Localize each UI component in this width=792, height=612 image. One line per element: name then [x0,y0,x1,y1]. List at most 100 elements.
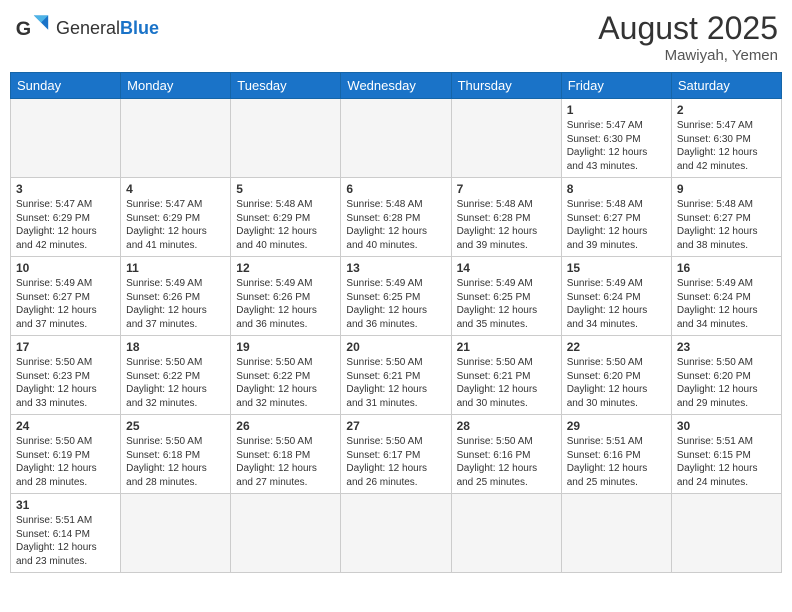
table-row: 17 Sunrise: 5:50 AM Sunset: 6:23 PM Dayli… [11,336,121,415]
table-row: 30 Sunrise: 5:51 AM Sunset: 6:15 PM Dayli… [671,415,781,494]
table-row: 15 Sunrise: 5:49 AM Sunset: 6:24 PM Dayli… [561,257,671,336]
calendar-header-row: Sunday Monday Tuesday Wednesday Thursday… [11,73,782,99]
table-row: 14 Sunrise: 5:49 AM Sunset: 6:25 PM Dayli… [451,257,561,336]
header-wednesday: Wednesday [341,73,451,99]
header-sunday: Sunday [11,73,121,99]
day-info: Sunrise: 5:50 AM Sunset: 6:20 PM Dayligh… [567,356,666,410]
day-info: Sunrise: 5:49 AM Sunset: 6:26 PM Dayligh… [236,277,335,331]
table-row: 13Sunrise: 5:49 AM Sunset: 6:25 PM Dayli… [341,257,451,336]
day-info: Sunrise: 5:49 AM Sunset: 6:25 PM Dayligh… [346,277,445,331]
header-tuesday: Tuesday [231,73,341,99]
day-number: 11 [126,261,225,275]
day-number: 12 [236,261,335,275]
day-info: Sunrise: 5:50 AM Sunset: 6:22 PM Dayligh… [126,356,225,410]
day-number: 3 [16,182,115,196]
day-info: Sunrise: 5:49 AM Sunset: 6:27 PM Dayligh… [16,277,115,331]
day-info: Sunrise: 5:48 AM Sunset: 6:28 PM Dayligh… [346,198,445,252]
day-info: Sunrise: 5:50 AM Sunset: 6:17 PM Dayligh… [346,435,445,489]
table-row [121,494,231,573]
day-info: Sunrise: 5:51 AM Sunset: 6:14 PM Dayligh… [16,514,115,568]
table-row: 31Sunrise: 5:51 AM Sunset: 6:14 PM Dayli… [11,494,121,573]
day-number: 16 [677,261,776,275]
day-info: Sunrise: 5:48 AM Sunset: 6:29 PM Dayligh… [236,198,335,252]
day-number: 17 [16,340,115,354]
day-info: Sunrise: 5:50 AM Sunset: 6:20 PM Dayligh… [677,356,776,410]
table-row [121,99,231,178]
header-friday: Friday [561,73,671,99]
table-row: 12 Sunrise: 5:49 AM Sunset: 6:26 PM Dayli… [231,257,341,336]
table-row [231,99,341,178]
day-info: Sunrise: 5:49 AM Sunset: 6:26 PM Dayligh… [126,277,225,331]
day-info: Sunrise: 5:50 AM Sunset: 6:16 PM Dayligh… [457,435,556,489]
day-number: 30 [677,419,776,433]
day-info: Sunrise: 5:50 AM Sunset: 6:19 PM Dayligh… [16,435,115,489]
table-row: 26 Sunrise: 5:50 AM Sunset: 6:18 PM Dayli… [231,415,341,494]
day-number: 25 [126,419,225,433]
logo-icon: G [14,10,50,46]
page-header: G GeneralBlue August 2025 Mawiyah, Yemen [10,10,782,64]
day-number: 20 [346,340,445,354]
day-number: 1 [567,103,666,117]
table-row [11,99,121,178]
table-row: 16 Sunrise: 5:49 AM Sunset: 6:24 PM Dayli… [671,257,781,336]
table-row: 11 Sunrise: 5:49 AM Sunset: 6:26 PM Dayli… [121,257,231,336]
day-info: Sunrise: 5:48 AM Sunset: 6:27 PM Dayligh… [567,198,666,252]
logo-text: GeneralBlue [56,18,159,39]
day-number: 14 [457,261,556,275]
table-row [231,494,341,573]
table-row: 18 Sunrise: 5:50 AM Sunset: 6:22 PM Dayli… [121,336,231,415]
table-row: 6 Sunrise: 5:48 AM Sunset: 6:28 PM Daylig… [341,178,451,257]
day-number: 19 [236,340,335,354]
day-info: Sunrise: 5:51 AM Sunset: 6:15 PM Dayligh… [677,435,776,489]
table-row: 25 Sunrise: 5:50 AM Sunset: 6:18 PM Dayli… [121,415,231,494]
table-row: 23Sunrise: 5:50 AM Sunset: 6:20 PM Dayli… [671,336,781,415]
day-info: Sunrise: 5:49 AM Sunset: 6:25 PM Dayligh… [457,277,556,331]
table-row: 29 Sunrise: 5:51 AM Sunset: 6:16 PM Dayli… [561,415,671,494]
table-row [451,99,561,178]
day-info: Sunrise: 5:47 AM Sunset: 6:30 PM Dayligh… [677,119,776,173]
day-number: 5 [236,182,335,196]
day-info: Sunrise: 5:50 AM Sunset: 6:21 PM Dayligh… [457,356,556,410]
day-info: Sunrise: 5:51 AM Sunset: 6:16 PM Dayligh… [567,435,666,489]
table-row: 3Sunrise: 5:47 AM Sunset: 6:29 PM Daylig… [11,178,121,257]
header-thursday: Thursday [451,73,561,99]
day-info: Sunrise: 5:47 AM Sunset: 6:29 PM Dayligh… [126,198,225,252]
table-row: 24 Sunrise: 5:50 AM Sunset: 6:19 PM Dayli… [11,415,121,494]
title-block: August 2025 Mawiyah, Yemen [598,10,778,64]
day-number: 4 [126,182,225,196]
day-number: 7 [457,182,556,196]
table-row: 10 Sunrise: 5:49 AM Sunset: 6:27 PM Dayli… [11,257,121,336]
table-row [671,494,781,573]
day-info: Sunrise: 5:50 AM Sunset: 6:23 PM Dayligh… [16,356,115,410]
table-row [341,494,451,573]
day-info: Sunrise: 5:50 AM Sunset: 6:18 PM Dayligh… [126,435,225,489]
calendar-table: Sunday Monday Tuesday Wednesday Thursday… [10,72,782,573]
table-row: 8 Sunrise: 5:48 AM Sunset: 6:27 PM Daylig… [561,178,671,257]
day-number: 18 [126,340,225,354]
day-number: 27 [346,419,445,433]
day-info: Sunrise: 5:49 AM Sunset: 6:24 PM Dayligh… [677,277,776,331]
table-row: 5 Sunrise: 5:48 AM Sunset: 6:29 PM Daylig… [231,178,341,257]
day-number: 6 [346,182,445,196]
day-number: 29 [567,419,666,433]
table-row: 28Sunrise: 5:50 AM Sunset: 6:16 PM Dayli… [451,415,561,494]
day-info: Sunrise: 5:50 AM Sunset: 6:22 PM Dayligh… [236,356,335,410]
day-number: 8 [567,182,666,196]
day-number: 26 [236,419,335,433]
day-number: 2 [677,103,776,117]
table-row: 27 Sunrise: 5:50 AM Sunset: 6:17 PM Dayli… [341,415,451,494]
table-row [451,494,561,573]
day-number: 10 [16,261,115,275]
logo: G GeneralBlue [14,10,159,46]
day-info: Sunrise: 5:47 AM Sunset: 6:30 PM Dayligh… [567,119,666,173]
table-row: 2 Sunrise: 5:47 AM Sunset: 6:30 PM Daylig… [671,99,781,178]
day-info: Sunrise: 5:50 AM Sunset: 6:21 PM Dayligh… [346,356,445,410]
day-number: 21 [457,340,556,354]
day-info: Sunrise: 5:48 AM Sunset: 6:28 PM Dayligh… [457,198,556,252]
table-row [341,99,451,178]
day-number: 15 [567,261,666,275]
day-number: 24 [16,419,115,433]
day-info: Sunrise: 5:49 AM Sunset: 6:24 PM Dayligh… [567,277,666,331]
day-info: Sunrise: 5:50 AM Sunset: 6:18 PM Dayligh… [236,435,335,489]
header-monday: Monday [121,73,231,99]
